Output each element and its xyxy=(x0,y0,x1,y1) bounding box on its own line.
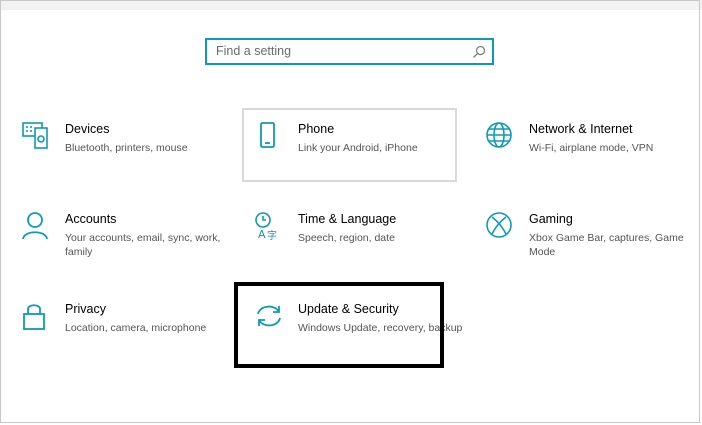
lock-icon xyxy=(22,302,52,332)
tile-title: Network & Internet xyxy=(529,122,633,136)
tile-description: Wi-Fi, airplane mode, VPN xyxy=(529,142,654,154)
tile-title: Gaming xyxy=(529,212,573,226)
tile-title: Accounts xyxy=(65,212,117,226)
tile-description: Bluetooth, printers, mouse xyxy=(65,142,188,154)
tile-privacy[interactable]: Privacy Location, camera, microphone xyxy=(22,302,232,372)
keyboard-devices-icon xyxy=(22,122,52,152)
tile-phone[interactable]: Phone Link your Android, iPhone xyxy=(255,122,465,192)
selection-highlight-box xyxy=(234,282,444,368)
tile-title: Phone xyxy=(298,122,335,136)
xbox-icon xyxy=(486,212,516,242)
search-icon[interactable] xyxy=(472,45,486,59)
tile-network-internet[interactable]: Network & Internet Wi-Fi, airplane mode,… xyxy=(486,122,696,192)
tile-description: Location, camera, microphone xyxy=(65,322,207,334)
svg-text:字: 字 xyxy=(267,229,277,242)
svg-text:A: A xyxy=(258,228,266,241)
tile-description: Link your Android, iPhone xyxy=(298,142,418,154)
phone-icon xyxy=(255,122,285,152)
tile-time-language[interactable]: A 字 Time & Language Speech, region, date xyxy=(255,212,465,282)
person-icon xyxy=(22,212,52,242)
search-input[interactable]: Find a setting xyxy=(205,38,494,65)
tile-gaming[interactable]: Gaming Xbox Game Bar, captures, Game Mod… xyxy=(486,212,696,282)
globe-icon xyxy=(486,122,516,152)
tile-accounts[interactable]: Accounts Your accounts, email, sync, wor… xyxy=(22,212,232,282)
tile-description: Your accounts, email, sync, work, family xyxy=(65,232,221,258)
tile-title: Privacy xyxy=(65,302,106,316)
tile-description: Speech, region, date xyxy=(298,232,395,244)
tile-devices[interactable]: Devices Bluetooth, printers, mouse xyxy=(22,122,232,192)
search-placeholder: Find a setting xyxy=(216,44,292,58)
tile-title: Time & Language xyxy=(298,212,397,226)
tile-description: Xbox Game Bar, captures, Game Mode xyxy=(529,232,684,258)
tile-title: Devices xyxy=(65,122,110,136)
time-language-icon: A 字 xyxy=(255,212,285,242)
